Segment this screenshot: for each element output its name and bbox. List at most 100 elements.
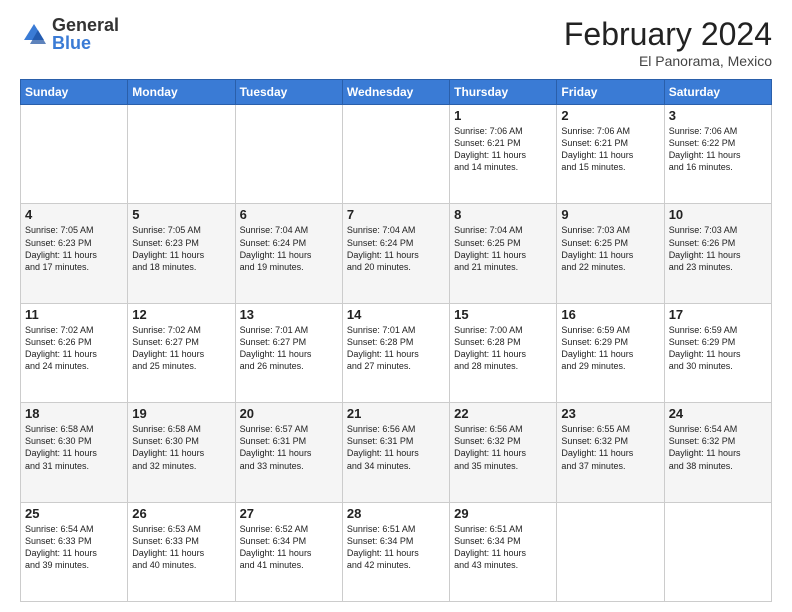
day-number: 21 — [347, 406, 445, 421]
day-info: Sunrise: 6:54 AM Sunset: 6:32 PM Dayligh… — [669, 423, 767, 472]
calendar-cell: 14 Sunrise: 7:01 AM Sunset: 6:28 PM Dayli… — [342, 303, 449, 402]
day-info: Sunrise: 6:51 AM Sunset: 6:34 PM Dayligh… — [347, 523, 445, 572]
day-number: 12 — [132, 307, 230, 322]
calendar-cell: 8 Sunrise: 7:04 AM Sunset: 6:25 PM Daylig… — [450, 204, 557, 303]
calendar-cell: 7Sunrise: 7:04 AM Sunset: 6:24 PM Daylig… — [342, 204, 449, 303]
day-number: 17 — [669, 307, 767, 322]
calendar-cell: 26 Sunrise: 6:53 AM Sunset: 6:33 PM Dayli… — [128, 502, 235, 601]
day-info: Sunrise: 7:05 AM Sunset: 6:23 PM Dayligh… — [132, 224, 230, 273]
day-info: Sunrise: 7:03 AM Sunset: 6:25 PM Dayligh… — [561, 224, 659, 273]
day-number: 5 — [132, 207, 230, 222]
day-number: 6 — [240, 207, 338, 222]
day-number: 11 — [25, 307, 123, 322]
title-block: February 2024 El Panorama, Mexico — [564, 16, 772, 69]
day-info: Sunrise: 6:59 AM Sunset: 6:29 PM Dayligh… — [561, 324, 659, 373]
day-number: 14 — [347, 307, 445, 322]
logo-text: General Blue — [52, 16, 119, 52]
day-number: 3 — [669, 108, 767, 123]
calendar-cell: 22 Sunrise: 6:56 AM Sunset: 6:32 PM Dayli… — [450, 403, 557, 502]
day-number: 1 — [454, 108, 552, 123]
day-info: Sunrise: 7:00 AM Sunset: 6:28 PM Dayligh… — [454, 324, 552, 373]
day-number: 22 — [454, 406, 552, 421]
day-info: Sunrise: 6:54 AM Sunset: 6:33 PM Dayligh… — [25, 523, 123, 572]
day-info: Sunrise: 6:57 AM Sunset: 6:31 PM Dayligh… — [240, 423, 338, 472]
header-tuesday: Tuesday — [235, 80, 342, 105]
day-info: Sunrise: 7:01 AM Sunset: 6:28 PM Dayligh… — [347, 324, 445, 373]
calendar-cell: 10 Sunrise: 7:03 AM Sunset: 6:26 PM Dayli… — [664, 204, 771, 303]
day-number: 13 — [240, 307, 338, 322]
calendar-cell: 24 Sunrise: 6:54 AM Sunset: 6:32 PM Dayli… — [664, 403, 771, 502]
calendar-cell: 12 Sunrise: 7:02 AM Sunset: 6:27 PM Dayli… — [128, 303, 235, 402]
header-sunday: Sunday — [21, 80, 128, 105]
day-info: Sunrise: 7:04 AM Sunset: 6:24 PM Dayligh… — [240, 224, 338, 273]
day-number: 4 — [25, 207, 123, 222]
calendar-cell: 29 Sunrise: 6:51 AM Sunset: 6:34 PM Dayli… — [450, 502, 557, 601]
header-wednesday: Wednesday — [342, 80, 449, 105]
day-info: Sunrise: 6:59 AM Sunset: 6:29 PM Dayligh… — [669, 324, 767, 373]
day-number: 29 — [454, 506, 552, 521]
calendar-cell: 28 Sunrise: 6:51 AM Sunset: 6:34 PM Dayli… — [342, 502, 449, 601]
header: General Blue February 2024 El Panorama, … — [20, 16, 772, 69]
day-number: 2 — [561, 108, 659, 123]
day-number: 9 — [561, 207, 659, 222]
day-info: Sunrise: 7:06 AM Sunset: 6:21 PM Dayligh… — [454, 125, 552, 174]
header-friday: Friday — [557, 80, 664, 105]
calendar-cell — [557, 502, 664, 601]
calendar-header-row: SundayMondayTuesdayWednesdayThursdayFrid… — [21, 80, 772, 105]
day-number: 24 — [669, 406, 767, 421]
logo-blue: Blue — [52, 34, 119, 52]
calendar-cell: 25 Sunrise: 6:54 AM Sunset: 6:33 PM Dayli… — [21, 502, 128, 601]
day-info: Sunrise: 6:58 AM Sunset: 6:30 PM Dayligh… — [132, 423, 230, 472]
calendar-week-4: 18Sunrise: 6:58 AM Sunset: 6:30 PM Dayli… — [21, 403, 772, 502]
calendar-cell — [342, 105, 449, 204]
day-number: 19 — [132, 406, 230, 421]
header-saturday: Saturday — [664, 80, 771, 105]
calendar-cell: 15 Sunrise: 7:00 AM Sunset: 6:28 PM Dayli… — [450, 303, 557, 402]
day-info: Sunrise: 7:04 AM Sunset: 6:25 PM Dayligh… — [454, 224, 552, 273]
day-info: Sunrise: 7:06 AM Sunset: 6:22 PM Dayligh… — [669, 125, 767, 174]
day-number: 7 — [347, 207, 445, 222]
calendar-cell: 9 Sunrise: 7:03 AM Sunset: 6:25 PM Daylig… — [557, 204, 664, 303]
day-number: 28 — [347, 506, 445, 521]
day-info: Sunrise: 6:53 AM Sunset: 6:33 PM Dayligh… — [132, 523, 230, 572]
calendar-cell: 11 Sunrise: 7:02 AM Sunset: 6:26 PM Dayli… — [21, 303, 128, 402]
calendar-cell: 2Sunrise: 7:06 AM Sunset: 6:21 PM Daylig… — [557, 105, 664, 204]
day-number: 27 — [240, 506, 338, 521]
day-info: Sunrise: 7:01 AM Sunset: 6:27 PM Dayligh… — [240, 324, 338, 373]
day-info: Sunrise: 6:51 AM Sunset: 6:34 PM Dayligh… — [454, 523, 552, 572]
day-info: Sunrise: 6:56 AM Sunset: 6:32 PM Dayligh… — [454, 423, 552, 472]
calendar-week-2: 4 Sunrise: 7:05 AM Sunset: 6:23 PM Daylig… — [21, 204, 772, 303]
day-number: 15 — [454, 307, 552, 322]
day-number: 16 — [561, 307, 659, 322]
day-number: 20 — [240, 406, 338, 421]
calendar-cell: 4 Sunrise: 7:05 AM Sunset: 6:23 PM Daylig… — [21, 204, 128, 303]
calendar-cell — [235, 105, 342, 204]
day-number: 10 — [669, 207, 767, 222]
calendar-cell: 23 Sunrise: 6:55 AM Sunset: 6:32 PM Dayli… — [557, 403, 664, 502]
calendar-week-5: 25 Sunrise: 6:54 AM Sunset: 6:33 PM Dayli… — [21, 502, 772, 601]
calendar-cell: 20 Sunrise: 6:57 AM Sunset: 6:31 PM Dayli… — [235, 403, 342, 502]
calendar-cell: 19 Sunrise: 6:58 AM Sunset: 6:30 PM Dayli… — [128, 403, 235, 502]
logo-icon — [20, 20, 48, 48]
day-number: 26 — [132, 506, 230, 521]
day-number: 8 — [454, 207, 552, 222]
day-info: Sunrise: 6:56 AM Sunset: 6:31 PM Dayligh… — [347, 423, 445, 472]
calendar-cell: 16 Sunrise: 6:59 AM Sunset: 6:29 PM Dayli… — [557, 303, 664, 402]
calendar-cell: 3 Sunrise: 7:06 AM Sunset: 6:22 PM Daylig… — [664, 105, 771, 204]
calendar-cell — [21, 105, 128, 204]
day-info: Sunrise: 7:05 AM Sunset: 6:23 PM Dayligh… — [25, 224, 123, 273]
day-info: Sunrise: 6:55 AM Sunset: 6:32 PM Dayligh… — [561, 423, 659, 472]
title-location: El Panorama, Mexico — [564, 53, 772, 69]
day-info: Sunrise: 6:52 AM Sunset: 6:34 PM Dayligh… — [240, 523, 338, 572]
day-number: 25 — [25, 506, 123, 521]
day-info: Sunrise: 7:02 AM Sunset: 6:27 PM Dayligh… — [132, 324, 230, 373]
calendar-cell: 21 Sunrise: 6:56 AM Sunset: 6:31 PM Dayli… — [342, 403, 449, 502]
calendar-cell: 13 Sunrise: 7:01 AM Sunset: 6:27 PM Dayli… — [235, 303, 342, 402]
day-info: Sunrise: 7:02 AM Sunset: 6:26 PM Dayligh… — [25, 324, 123, 373]
logo-general: General — [52, 16, 119, 34]
calendar-cell: 6 Sunrise: 7:04 AM Sunset: 6:24 PM Daylig… — [235, 204, 342, 303]
day-number: 23 — [561, 406, 659, 421]
day-info: Sunrise: 7:03 AM Sunset: 6:26 PM Dayligh… — [669, 224, 767, 273]
calendar-cell: 5 Sunrise: 7:05 AM Sunset: 6:23 PM Daylig… — [128, 204, 235, 303]
logo: General Blue — [20, 16, 119, 52]
